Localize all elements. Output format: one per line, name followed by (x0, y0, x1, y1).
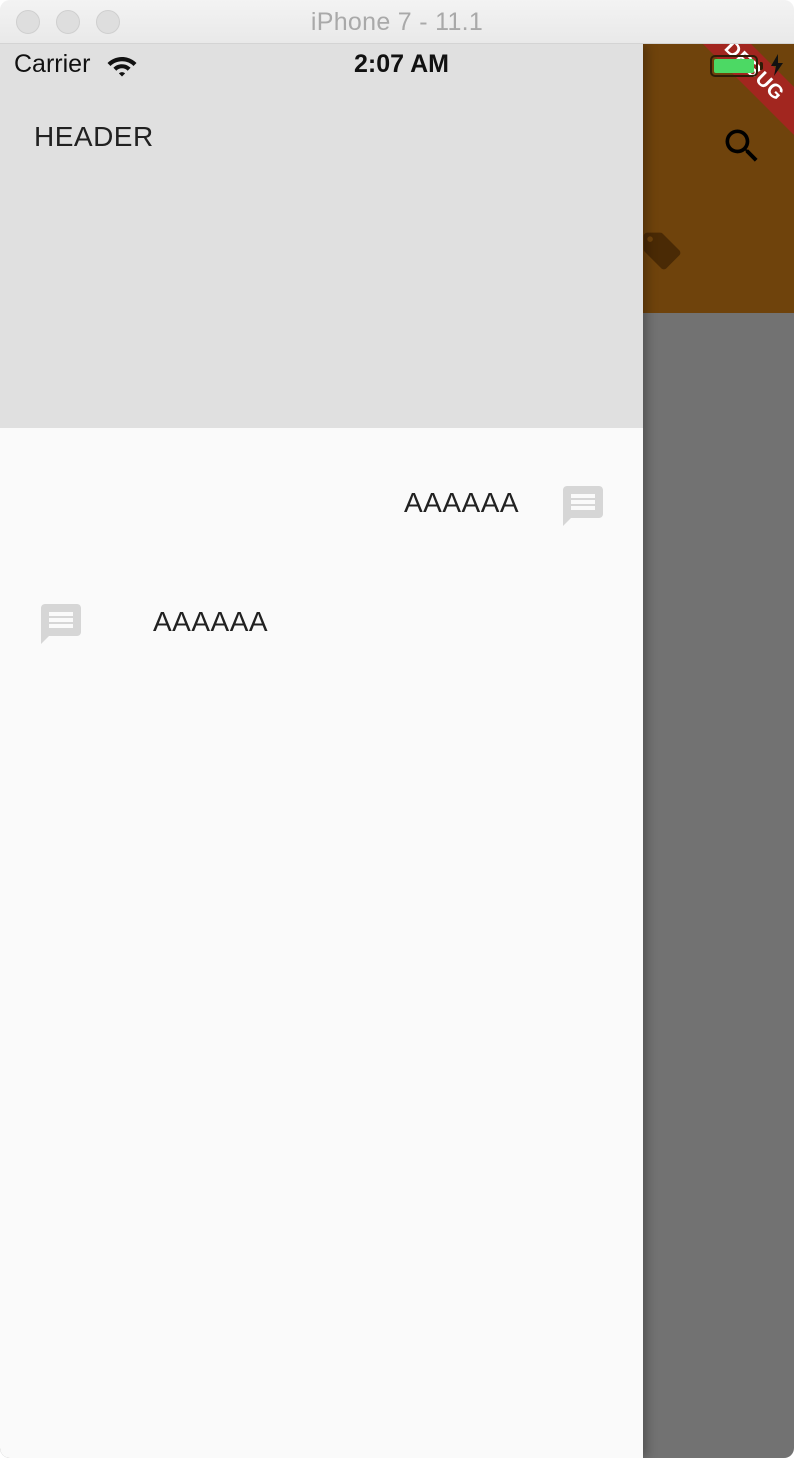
drawer-item-1-label[interactable]: AAAAAA (404, 487, 519, 519)
drawer-item-2-label[interactable]: AAAAAA (153, 606, 268, 638)
message-icon[interactable] (559, 482, 607, 530)
drawer-header-title: HEADER (34, 121, 154, 152)
simulator-window: iPhone 7 - 11.1 DEBUG Carrier 2:07 AM HE… (0, 0, 794, 1458)
search-icon[interactable] (720, 124, 764, 168)
navigation-drawer: Carrier 2:07 AM HEADER AAAAAA AAAAAA (0, 44, 643, 1458)
device-screen: DEBUG Carrier 2:07 AM HEADER AAAAAA AAAA… (0, 44, 794, 1458)
drawer-header: Carrier 2:07 AM HEADER (0, 44, 643, 428)
status-time: 2:07 AM (354, 50, 449, 78)
window-title: iPhone 7 - 11.1 (310, 8, 484, 36)
window-titlebar: iPhone 7 - 11.1 (0, 0, 794, 44)
message-icon[interactable] (37, 600, 85, 648)
tag-icon[interactable] (640, 229, 684, 273)
